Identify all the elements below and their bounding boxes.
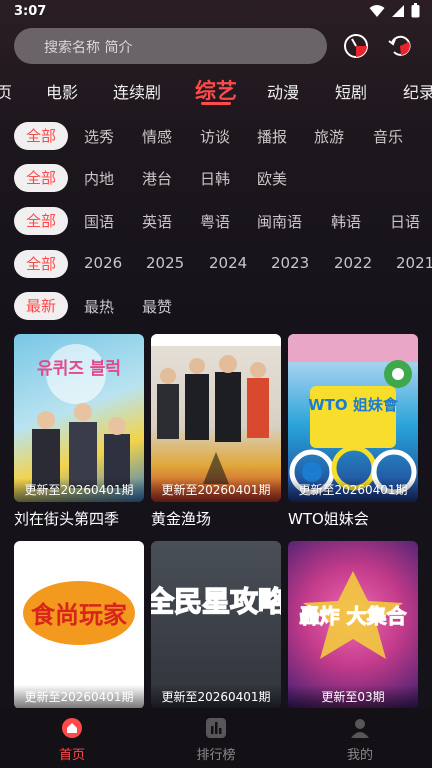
filter-year-option[interactable]: 2026 — [84, 254, 122, 272]
filter-row-type: 全部 选秀 情感 访谈 播报 旅游 音乐 — [0, 122, 432, 152]
status-time: 3:07 — [14, 4, 47, 19]
filter-language-option[interactable]: 英语 — [142, 211, 172, 232]
filter-region-option[interactable]: 欧美 — [257, 168, 287, 189]
poster-art: 유퀴즈 블럭 — [32, 344, 130, 489]
filter-row-year: 全部 2026 2025 2024 2023 2022 2021 — [0, 250, 432, 280]
sort-latest[interactable]: 最新 — [14, 292, 69, 320]
tab-short-drama[interactable]: 短剧 — [335, 79, 367, 103]
card-title: WTO姐妹会 — [288, 510, 369, 528]
filter-type-option[interactable]: 音乐 — [373, 126, 403, 147]
filter-year-option[interactable]: 2025 — [146, 254, 184, 272]
poster-logo-text: WTO 姐妹會 — [308, 396, 399, 414]
status-bar: 3:07 — [0, 0, 432, 24]
poster-art: 轟炸 大集合 — [299, 571, 408, 659]
sort-option[interactable]: 最赞 — [142, 296, 172, 317]
filter-type-option[interactable]: 情感 — [142, 126, 172, 147]
episode-label: 更新至20260401期 — [151, 478, 281, 502]
nav-label: 我的 — [346, 748, 373, 763]
tab-anime[interactable]: 动漫 — [267, 79, 299, 103]
search-placeholder: 搜索名称 简介 — [44, 40, 133, 56]
status-icons — [369, 3, 420, 18]
tab-series[interactable]: 连续剧 — [113, 79, 161, 103]
poster-art — [151, 334, 281, 484]
sort-option[interactable]: 最热 — [84, 296, 114, 317]
filter-type-option[interactable]: 访谈 — [200, 126, 230, 147]
card-title: 黄金渔场 — [151, 510, 212, 528]
filter-region-option[interactable]: 内地 — [84, 168, 114, 189]
filter-row-sort: 最新 最热 最赞 — [0, 292, 432, 322]
filter-year-option[interactable]: 2022 — [334, 254, 372, 272]
active-tab-indicator — [201, 102, 231, 105]
filter-year-option[interactable]: 2024 — [209, 254, 247, 272]
search-input[interactable]: 搜索名称 简介 — [14, 28, 327, 64]
poster-logo-text: 食尚玩家 — [31, 601, 127, 629]
nav-profile[interactable]: 我的 — [288, 708, 432, 768]
filter-language-all[interactable]: 全部 — [14, 207, 69, 235]
filter-year-option[interactable]: 2021 — [396, 254, 432, 272]
filter-region-option[interactable]: 日韩 — [200, 168, 230, 189]
poster-image: 更新至20260401期 — [151, 334, 281, 502]
refresh-icon[interactable] — [387, 33, 413, 59]
tab-documentary[interactable]: 纪录 — [403, 79, 432, 103]
wifi-icon — [369, 4, 385, 17]
poster-image: 유퀴즈 블럭 更新至20260401期 — [14, 334, 144, 502]
poster-art: WTO 姐妹會 — [288, 334, 418, 495]
filter-language-option[interactable]: 韩语 — [331, 211, 361, 232]
filter-type-all[interactable]: 全部 — [14, 122, 69, 150]
home-icon — [62, 718, 82, 738]
filter-year-all[interactable]: 全部 — [14, 250, 69, 278]
nav-ranking[interactable]: 排行榜 — [144, 708, 288, 768]
tab-home-partial[interactable]: 页 — [0, 79, 12, 103]
tab-variety[interactable]: 综艺 — [195, 75, 237, 105]
battery-icon — [411, 3, 420, 18]
poster-logo-text: 全民星攻略 — [151, 585, 281, 618]
filter-language-option[interactable]: 粤语 — [200, 211, 230, 232]
history-icon[interactable] — [343, 33, 369, 59]
filter-year-option[interactable]: 2023 — [271, 254, 309, 272]
filter-region-option[interactable]: 港台 — [142, 168, 172, 189]
tab-movie[interactable]: 电影 — [46, 79, 78, 103]
bottom-nav: 首页 排行榜 我的 — [0, 708, 432, 768]
filter-language-option[interactable]: 闽南语 — [257, 211, 302, 232]
poster-image: WTO 姐妹會 更新至20260401期 — [288, 334, 418, 502]
episode-label: 更新至03期 — [288, 685, 418, 709]
poster-image: 轟炸 大集合 更新至03期 — [288, 541, 418, 709]
filter-language-option[interactable]: 国语 — [84, 211, 114, 232]
poster-logo-text: 轟炸 大集合 — [300, 604, 408, 628]
nav-label: 排行榜 — [196, 748, 236, 763]
filter-row-language: 全部 国语 英语 粤语 闽南语 韩语 日语 — [0, 207, 432, 237]
filter-type-option[interactable]: 播报 — [257, 126, 287, 147]
nav-label: 首页 — [58, 748, 85, 763]
chart-icon — [206, 718, 226, 738]
episode-label: 更新至20260401期 — [14, 685, 144, 709]
card-title: 刘在街头第四季 — [14, 510, 120, 528]
user-icon — [351, 719, 369, 738]
poster-art: 食尚玩家 — [23, 581, 135, 645]
poster-image: 全民星攻略 更新至20260401期 — [151, 541, 281, 709]
filter-type-option[interactable]: 旅游 — [314, 126, 344, 147]
filter-region-all[interactable]: 全部 — [14, 164, 69, 192]
poster-art: 全民星攻略 — [151, 584, 281, 619]
signal-icon — [392, 4, 404, 17]
episode-label: 更新至20260401期 — [14, 478, 144, 502]
filter-row-region: 全部 内地 港台 日韩 欧美 — [0, 164, 432, 194]
episode-label: 更新至20260401期 — [288, 478, 418, 502]
episode-label: 更新至20260401期 — [151, 685, 281, 709]
poster-logo-text: 유퀴즈 블럭 — [37, 359, 121, 379]
filter-language-option[interactable]: 日语 — [390, 211, 420, 232]
poster-image: 食尚玩家 更新至20260401期 — [14, 541, 144, 709]
nav-home[interactable]: 首页 — [0, 708, 144, 768]
filter-type-option[interactable]: 选秀 — [84, 126, 114, 147]
